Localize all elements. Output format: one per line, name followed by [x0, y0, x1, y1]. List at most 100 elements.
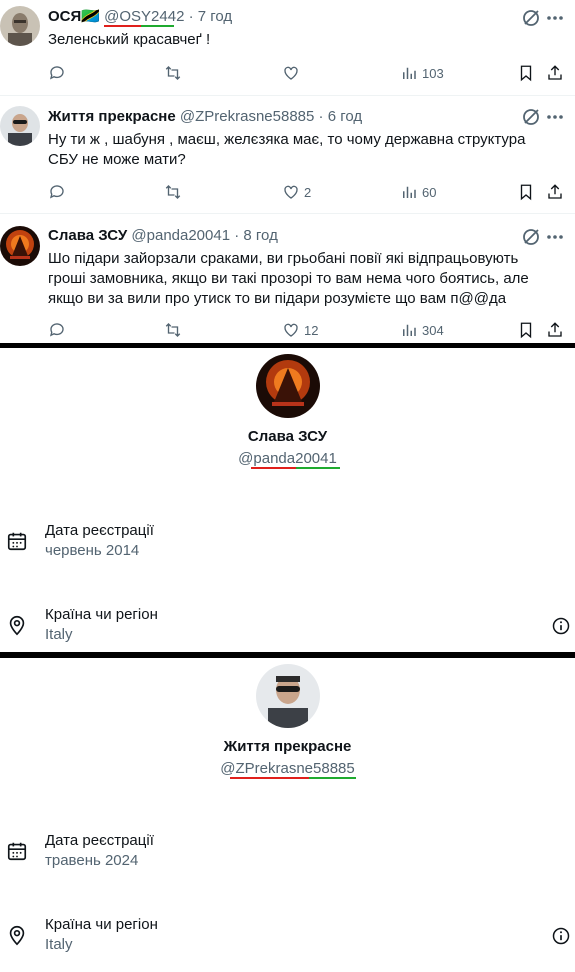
bookmark-icon	[520, 184, 532, 201]
separator-dot: ·	[234, 227, 240, 244]
like-icon	[284, 185, 298, 199]
profile-name: Слава ЗСУ	[247, 428, 328, 445]
info-icon[interactable]	[551, 616, 571, 636]
profile-avatar[interactable]	[255, 664, 320, 728]
tweet-actions: 103	[48, 63, 568, 83]
views-button[interactable]: 103	[400, 63, 444, 83]
avatar[interactable]	[0, 6, 40, 46]
views-button[interactable]: 60	[400, 182, 436, 202]
reply-button[interactable]	[48, 182, 70, 202]
more-icon[interactable]	[545, 107, 565, 127]
author-handle[interactable]: @ZPrekrasne58885	[180, 108, 314, 125]
profile-handle[interactable]: @ZPrekrasne58885	[0, 759, 575, 779]
repost-icon	[165, 323, 181, 337]
separator-dot: ·	[318, 108, 324, 125]
profile-name: Життя прекрасне	[223, 738, 352, 755]
bookmark-button[interactable]	[517, 182, 535, 202]
tweet-osya[interactable]: ОСЯ🇹🇿 @OSY2442 · 7 год Зеленський красав…	[0, 0, 575, 96]
timestamp[interactable]: 6 год	[328, 108, 362, 125]
author-name[interactable]: Життя прекрасне	[48, 108, 176, 125]
tweet-actions: 2 60	[48, 182, 568, 202]
country-label: Країна чи регіон	[45, 606, 158, 623]
country-value: Italy	[45, 626, 73, 643]
joined-label: Дата реєстрації	[45, 522, 154, 539]
share-button[interactable]	[546, 320, 564, 340]
tweet-slava[interactable]: Слава ЗСУ @panda20041 · 8 год Шо підари …	[0, 214, 575, 344]
views-count: 60	[422, 184, 437, 200]
like-count: 2	[304, 184, 312, 200]
handle-underline-green	[309, 777, 356, 779]
views-count: 304	[422, 322, 444, 338]
views-button[interactable]: 304	[400, 320, 444, 340]
bookmark-button[interactable]	[517, 63, 535, 83]
repost-button[interactable]	[164, 63, 186, 83]
info-icon[interactable]	[551, 926, 571, 946]
separator-dot: ·	[188, 8, 194, 25]
joined-row: Дата реєстрації травень 2024	[0, 830, 575, 874]
country-label: Країна чи регіон	[45, 916, 158, 933]
joined-value: травень 2024	[45, 852, 139, 869]
calendar-icon	[7, 842, 27, 861]
author-name[interactable]: Слава ЗСУ	[48, 227, 127, 244]
grok-icon[interactable]	[521, 8, 541, 28]
repost-button[interactable]	[164, 182, 186, 202]
profile-card-zhyttia: Життя прекрасне @ZPrekrasne58885 Дата ре…	[0, 658, 575, 972]
like-icon	[284, 323, 298, 337]
bookmark-icon	[520, 322, 532, 339]
repost-icon	[165, 185, 181, 199]
reply-button[interactable]	[48, 320, 70, 340]
handle-underline-green	[296, 467, 340, 469]
joined-row: Дата реєстрації червень 2014	[0, 520, 575, 564]
timestamp[interactable]: 8 год	[243, 227, 277, 244]
handle-underline-green	[141, 25, 174, 27]
calendar-icon	[7, 532, 27, 551]
author-handle[interactable]: @OSY2442	[104, 8, 184, 25]
share-icon	[548, 322, 562, 337]
country-row: Країна чи регіон Italy	[0, 914, 575, 958]
like-button[interactable]	[282, 63, 304, 83]
more-icon[interactable]	[545, 8, 565, 28]
views-icon	[403, 67, 416, 79]
profile-avatar[interactable]	[255, 354, 320, 418]
grok-icon[interactable]	[521, 227, 541, 247]
tweet-header: ОСЯ🇹🇿 @OSY2442 · 7 год	[48, 7, 232, 27]
views-count: 103	[422, 65, 444, 81]
reply-icon	[49, 323, 64, 337]
share-icon	[548, 184, 562, 199]
grok-icon[interactable]	[521, 107, 541, 127]
share-button[interactable]	[546, 63, 564, 83]
author-handle[interactable]: @panda20041	[131, 227, 230, 244]
bookmark-icon	[520, 65, 532, 82]
location-icon	[9, 925, 25, 946]
repost-button[interactable]	[164, 320, 186, 340]
like-icon	[284, 66, 298, 80]
bookmark-button[interactable]	[517, 320, 535, 340]
tweet-header: Життя прекрасне @ZPrekrasne58885 · 6 год	[48, 107, 362, 127]
views-icon	[403, 186, 416, 198]
avatar[interactable]	[0, 226, 40, 266]
author-name[interactable]: ОСЯ🇹🇿	[48, 8, 100, 25]
handle-underline-red	[251, 467, 296, 469]
handle-underline-red	[104, 25, 141, 27]
like-button[interactable]: 12	[282, 320, 318, 340]
tweet-header: Слава ЗСУ @panda20041 · 8 год	[48, 226, 278, 246]
profile-handle[interactable]: @panda20041	[0, 449, 575, 469]
profile-card-slava: Слава ЗСУ @panda20041 Дата реєстрації че…	[0, 348, 575, 652]
avatar[interactable]	[0, 106, 40, 146]
timestamp[interactable]: 7 год	[198, 8, 232, 25]
reply-button[interactable]	[48, 63, 70, 83]
views-icon	[403, 324, 416, 336]
joined-value: червень 2014	[45, 542, 140, 559]
share-icon	[548, 65, 562, 80]
tweet-zhyttia[interactable]: Життя прекрасне @ZPrekrasne58885 · 6 год…	[0, 96, 575, 214]
reply-icon	[49, 66, 64, 80]
share-button[interactable]	[546, 182, 564, 202]
tweet-text: Зеленський красавчеґ !	[48, 31, 211, 48]
handle-underline-red	[230, 777, 309, 779]
more-icon[interactable]	[545, 227, 565, 247]
country-value: Italy	[45, 936, 73, 953]
location-icon	[9, 615, 25, 636]
reply-icon	[49, 185, 64, 199]
tweet-text: Ну ти ж , шабуня , маєш, желєзяка має, т…	[48, 131, 526, 168]
like-button[interactable]: 2	[282, 182, 311, 202]
